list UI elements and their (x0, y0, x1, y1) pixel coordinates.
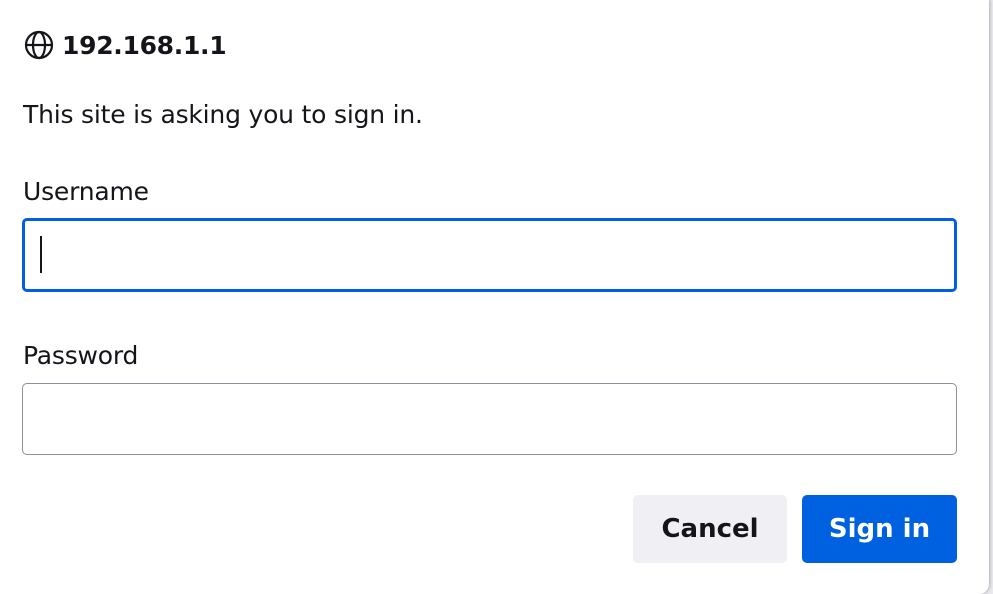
username-label: Username (23, 177, 149, 206)
password-label: Password (23, 341, 139, 370)
text-caret (40, 236, 42, 273)
sign-in-message: This site is asking you to sign in. (23, 100, 423, 129)
dialog-header: 192.168.1.1 (23, 28, 227, 62)
site-host: 192.168.1.1 (62, 30, 227, 60)
cancel-button[interactable]: Cancel (633, 495, 787, 563)
sign-in-button[interactable]: Sign in (802, 495, 957, 563)
password-field[interactable] (22, 383, 957, 455)
globe-icon (23, 29, 55, 61)
auth-dialog: 192.168.1.1 This site is asking you to s… (0, 0, 989, 594)
username-field[interactable] (22, 218, 957, 292)
